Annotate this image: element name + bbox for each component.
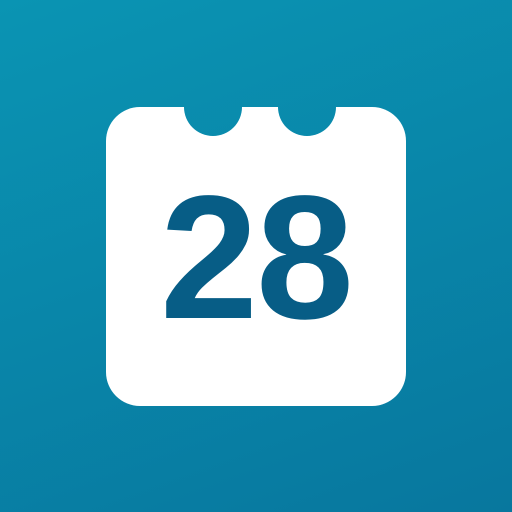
calendar-app-icon[interactable]: 28 bbox=[0, 0, 512, 512]
calendar-day-number: 28 bbox=[160, 160, 354, 356]
